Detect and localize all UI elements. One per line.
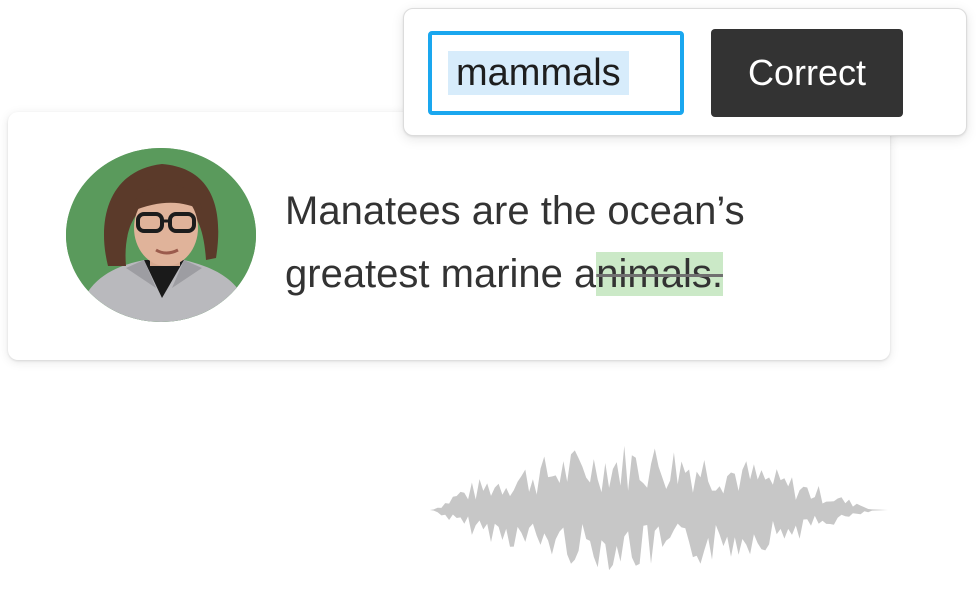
transcript-line-2-text: greatest marine a: [285, 252, 597, 296]
waveform-shape: [428, 445, 888, 571]
transcript-line-1: Manatees are the ocean’s: [285, 189, 745, 233]
highlighted-word[interactable]: nimals.: [596, 252, 723, 296]
correction-input-value[interactable]: mammals: [448, 51, 629, 95]
waveform-graphic: [428, 445, 888, 571]
audio-waveform-icon: [428, 432, 894, 582]
transcript-line-2: greatest marine animals.: [285, 243, 865, 306]
correction-popup: mammals Correct: [403, 8, 967, 136]
correction-input[interactable]: mammals: [428, 31, 684, 115]
transcript-editor-stage: Manatees are the ocean’s greatest marine…: [0, 0, 976, 614]
speaker-avatar: [66, 148, 256, 322]
transcript-sentence[interactable]: Manatees are the ocean’s greatest marine…: [285, 180, 865, 306]
transcript-card: Manatees are the ocean’s greatest marine…: [8, 112, 890, 360]
correct-button[interactable]: Correct: [711, 29, 903, 117]
